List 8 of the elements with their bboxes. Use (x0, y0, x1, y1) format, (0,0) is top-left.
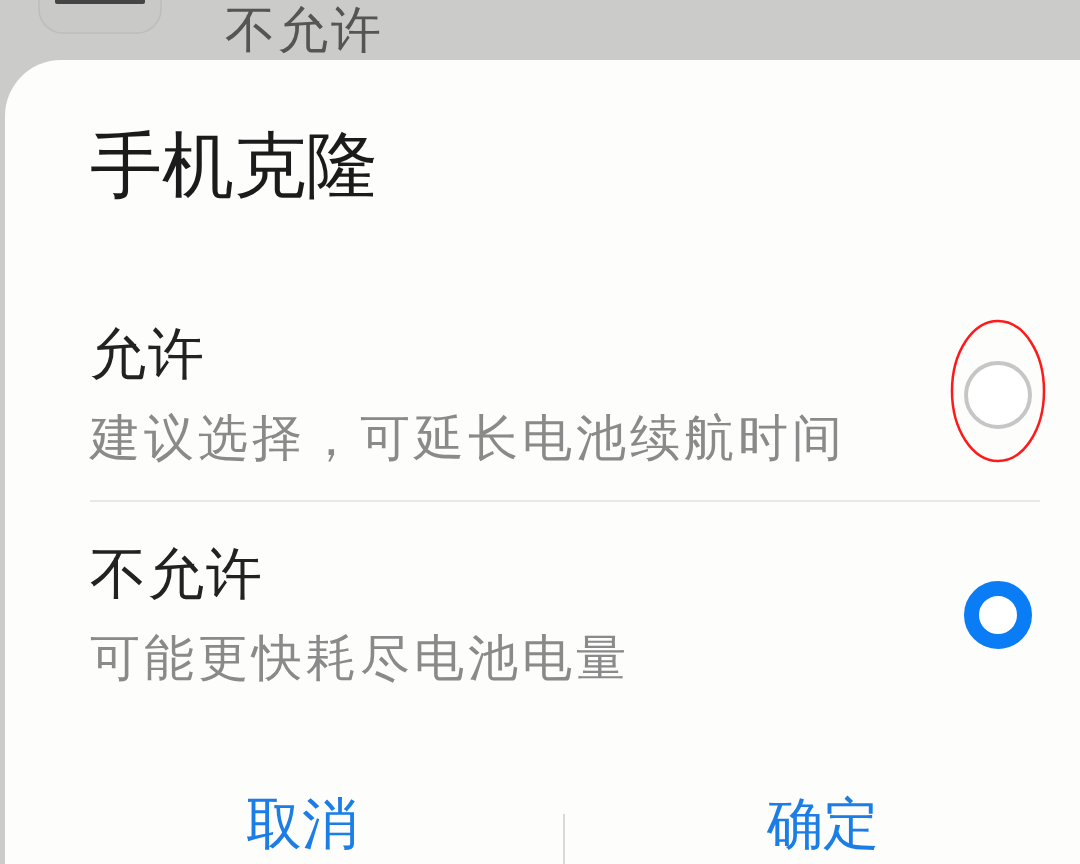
dialog-title: 手机克隆 (90, 127, 379, 203)
option-label: 不允许 (90, 542, 265, 606)
option-description: 可能更快耗尽电池电量 (90, 629, 630, 687)
dialog-button[interactable]: 取消 (238, 794, 366, 854)
dialog-button[interactable]: 确定 (758, 794, 887, 854)
option-label: 允许 (90, 322, 207, 386)
setting-value: 不允许 (225, 3, 384, 57)
option-description: 建议选择，可延长电池续航时间 (90, 409, 846, 467)
